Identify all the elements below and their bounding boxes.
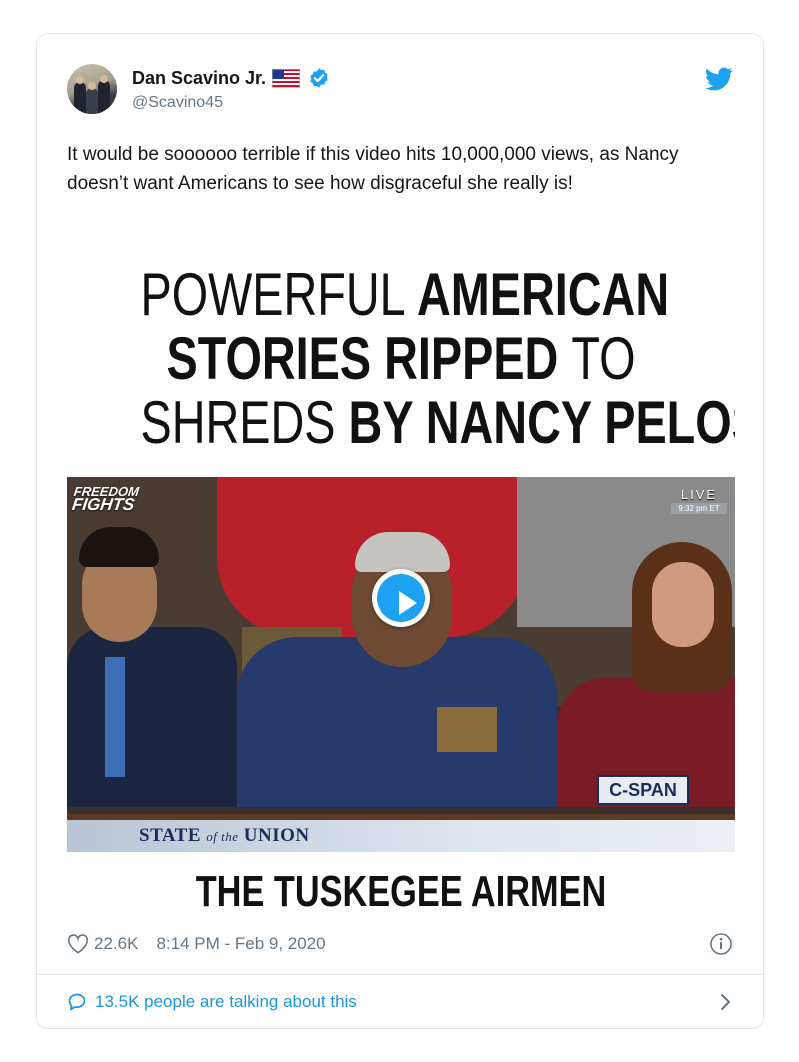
media-caption: THE TUSKEGEE AIRMEN bbox=[195, 867, 607, 916]
headline-line-3: SHREDS BY NANCY PELOSI bbox=[140, 389, 735, 456]
state-of-union-banner: STATE of the UNION bbox=[67, 814, 735, 852]
verified-icon bbox=[308, 67, 330, 89]
author-name[interactable]: Dan Scavino Jr. bbox=[132, 68, 266, 89]
play-button[interactable] bbox=[372, 569, 430, 627]
talking-count-text[interactable]: 13.5K people are talking about this bbox=[95, 992, 357, 1012]
live-indicator: LIVE 9:32 pm ET bbox=[671, 487, 727, 514]
author-handle[interactable]: @Scavino45 bbox=[132, 94, 223, 112]
tweet-media[interactable]: POWERFUL AMERICAN STORIES RIPPED TO SHRE… bbox=[67, 249, 735, 939]
tweet-card: Dan Scavino Jr. @Scavino45 It would be s… bbox=[36, 33, 764, 1029]
cspan-logo: C-SPAN bbox=[597, 775, 689, 805]
headline-line-1: POWERFUL AMERICAN bbox=[140, 261, 670, 328]
freedom-fights-logo: FREEDOM FIGHTS bbox=[70, 484, 140, 514]
conversation-link[interactable]: 13.5K people are talking about this bbox=[67, 990, 733, 1014]
media-headline: POWERFUL AMERICAN STORIES RIPPED TO SHRE… bbox=[140, 261, 735, 456]
heart-icon[interactable] bbox=[67, 934, 89, 954]
info-icon[interactable] bbox=[709, 932, 733, 956]
headline-line-2: STORIES RIPPED TO bbox=[166, 325, 636, 392]
author-row: Dan Scavino Jr. bbox=[132, 67, 330, 89]
play-icon bbox=[377, 574, 425, 622]
avatar[interactable] bbox=[67, 64, 117, 114]
comment-bubble-icon bbox=[67, 992, 87, 1012]
chevron-right-icon[interactable] bbox=[719, 992, 733, 1012]
us-flag-icon bbox=[272, 68, 301, 88]
video-player[interactable]: FREEDOM FIGHTS LIVE 9:32 pm ET C-SPAN ST… bbox=[67, 477, 735, 852]
tweet-timestamp[interactable]: 8:14 PM - Feb 9, 2020 bbox=[156, 934, 325, 954]
divider bbox=[37, 974, 763, 975]
tweet-text: It would be soooooo terrible if this vid… bbox=[67, 144, 679, 194]
tweet-meta: 22.6K 8:14 PM - Feb 9, 2020 bbox=[67, 932, 326, 956]
twitter-bird-icon[interactable] bbox=[705, 67, 733, 91]
like-count[interactable]: 22.6K bbox=[94, 934, 138, 954]
